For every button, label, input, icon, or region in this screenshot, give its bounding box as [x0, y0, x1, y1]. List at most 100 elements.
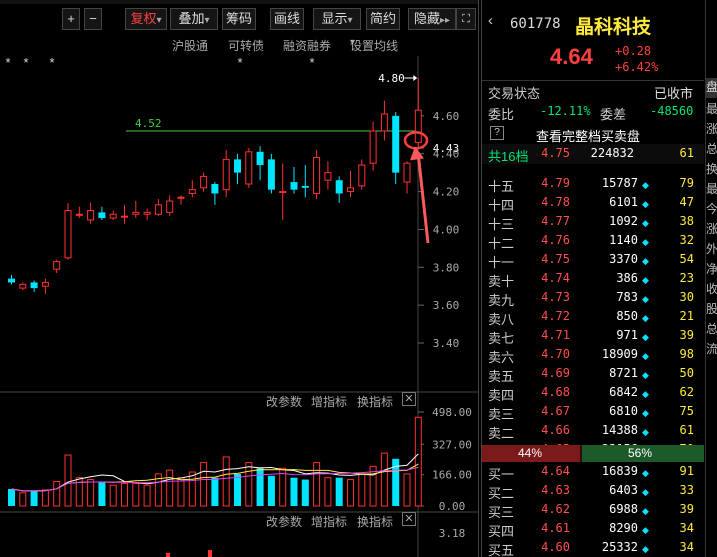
sells-row[interactable]: 卖二 4.66 14388 61 ◆ [482, 421, 704, 441]
sells-row[interactable]: 卖三 4.67 6810 75 ◆ [482, 402, 704, 422]
candle-body[interactable] [380, 113, 388, 132]
candle-body[interactable] [256, 151, 264, 166]
ind2-switch-indicator[interactable]: 换指标 [357, 513, 393, 530]
candle-body[interactable] [188, 189, 196, 194]
volume-bar[interactable] [87, 479, 95, 507]
candle-body[interactable] [98, 212, 106, 219]
candle-body[interactable] [143, 211, 151, 215]
volume-bar[interactable] [121, 482, 128, 507]
sells-row[interactable]: 十二 4.76 1140 32 ◆ [482, 231, 704, 251]
candle-body[interactable] [8, 278, 15, 283]
volume-bar[interactable] [267, 475, 275, 506]
close-icon[interactable]: ✕ [402, 392, 416, 406]
candle-body[interactable] [200, 175, 208, 189]
candle-body[interactable] [347, 187, 354, 193]
buys-row[interactable]: 买五 4.60 25332 34 ◆ [482, 538, 704, 557]
volume-bar[interactable] [64, 454, 72, 507]
candle-body[interactable] [414, 109, 422, 143]
volume-bar[interactable] [245, 462, 253, 507]
ind1-switch-indicator[interactable]: 换指标 [357, 393, 393, 410]
volume-bar[interactable] [414, 416, 422, 507]
sells-row[interactable]: 十四 4.78 6101 47 ◆ [482, 193, 704, 213]
sells-row[interactable]: 卖九 4.73 783 30 ◆ [482, 288, 704, 308]
volume-bar[interactable] [177, 477, 185, 507]
candle-body[interactable] [279, 191, 287, 194]
candle-body[interactable] [222, 158, 230, 191]
ind2-add-indicator[interactable]: 增指标 [311, 513, 347, 530]
candle-body[interactable] [301, 185, 309, 188]
candle-body[interactable] [403, 162, 411, 183]
volume-bar[interactable] [222, 456, 230, 507]
candle-body[interactable] [109, 213, 117, 219]
ind1-add-indicator[interactable]: 增指标 [311, 393, 347, 410]
volume-bar[interactable] [8, 489, 15, 506]
candle-body[interactable] [313, 157, 321, 194]
sells-row[interactable]: 十五 4.79 15787 79 ◆ [482, 174, 704, 194]
volume-bar[interactable] [403, 473, 411, 507]
volume-bar[interactable] [234, 473, 241, 506]
pan-tab[interactable]: 盘 [706, 78, 717, 98]
sells-row[interactable]: 十三 4.77 1092 38 ◆ [482, 212, 704, 232]
buys-row[interactable]: 买二 4.63 6403 33 ◆ [482, 481, 704, 501]
volume-bar[interactable] [290, 477, 298, 506]
candlestick-chart[interactable]: * * * * *4.604.434.404.204.003.803.603.404.5… [0, 0, 478, 557]
full-book-link[interactable]: 查看完整档买卖盘 [536, 126, 640, 145]
buys-row[interactable]: 买四 4.61 8290 34 ◆ [482, 519, 704, 539]
volume-bar[interactable] [335, 477, 343, 506]
volume-bar[interactable] [30, 490, 38, 506]
volume-bar[interactable] [313, 462, 321, 507]
candle-body[interactable] [324, 172, 332, 181]
candle-body[interactable] [166, 200, 174, 213]
volume-bar[interactable] [19, 492, 27, 507]
volume-bar[interactable] [53, 480, 61, 507]
sells-row[interactable]: 卖四 4.68 6842 62 ◆ [482, 383, 704, 403]
buys-row[interactable]: 买一 4.64 16839 91 ◆ [482, 462, 704, 482]
candle-body[interactable] [358, 164, 366, 187]
volume-bar[interactable] [211, 477, 219, 506]
volume-bar[interactable] [188, 471, 196, 507]
candle-body[interactable] [75, 213, 83, 216]
candle-body[interactable] [211, 184, 219, 194]
candle-body[interactable] [87, 210, 95, 221]
volume-bar[interactable] [380, 452, 388, 507]
volume-bar[interactable] [347, 479, 354, 507]
volume-bar[interactable] [358, 473, 366, 507]
help-icon[interactable]: ? [490, 126, 504, 140]
volume-bar[interactable] [324, 477, 332, 507]
sells-row[interactable]: 卖十 4.74 386 23 ◆ [482, 269, 704, 289]
volume-bar[interactable] [301, 479, 309, 506]
candle-body[interactable] [121, 215, 128, 218]
candle-body[interactable] [290, 182, 298, 190]
candle-body[interactable] [392, 115, 400, 173]
volume-bar[interactable] [98, 481, 106, 506]
ind1-change-params[interactable]: 改参数 [266, 393, 302, 410]
candle-body[interactable] [335, 180, 343, 194]
sells-row[interactable]: 十一 4.75 3370 54 ◆ [482, 250, 704, 270]
close-icon[interactable]: ✕ [402, 512, 416, 526]
sells-row[interactable]: 卖七 4.71 971 39 ◆ [482, 326, 704, 346]
candle-body[interactable] [154, 204, 162, 215]
ind2-change-params[interactable]: 改参数 [266, 513, 302, 530]
candle-body[interactable] [132, 211, 140, 215]
volume-bar[interactable] [132, 482, 140, 507]
candle-body[interactable] [369, 130, 377, 164]
candle-body[interactable] [245, 151, 253, 185]
sells-row[interactable]: 卖六 4.70 18909 98 ◆ [482, 345, 704, 365]
volume-bar[interactable] [200, 462, 208, 507]
candle-body[interactable] [267, 159, 275, 190]
candle-body[interactable] [19, 283, 27, 289]
candle-body[interactable] [53, 261, 61, 270]
buys-row[interactable]: 买三 4.62 6988 39 ◆ [482, 500, 704, 520]
volume-bar[interactable] [256, 468, 264, 506]
volume-bar[interactable] [143, 484, 151, 507]
volume-bar[interactable] [166, 469, 174, 507]
candle-body[interactable] [41, 281, 49, 287]
candle-body[interactable] [64, 210, 72, 259]
sells-row[interactable]: 卖五 4.69 8721 50 ◆ [482, 364, 704, 384]
candle-body[interactable] [234, 159, 241, 173]
candle-body[interactable] [177, 196, 185, 199]
volume-bar[interactable] [41, 489, 49, 507]
sells-row[interactable]: 卖八 4.72 850 21 ◆ [482, 307, 704, 327]
candle-body[interactable] [30, 282, 38, 289]
volume-bar[interactable] [109, 484, 117, 507]
